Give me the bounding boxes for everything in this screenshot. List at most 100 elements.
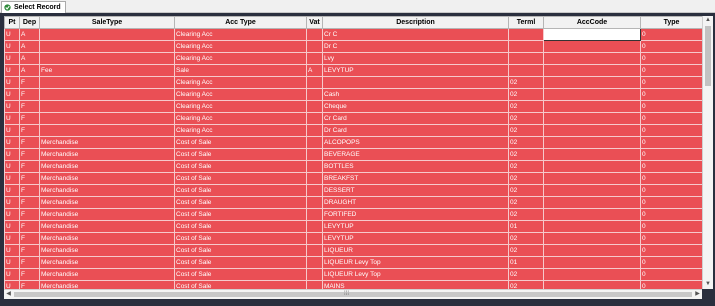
col-terml-cell[interactable]: 02: [508, 196, 544, 209]
col-pt-header[interactable]: Pt: [4, 16, 20, 29]
table-row[interactable]: U F Merchandise Cost of Sale BEVERAGE 02 0: [4, 148, 702, 161]
col-saletype-cell[interactable]: Fee: [39, 64, 175, 77]
col-acccode-cell[interactable]: [543, 124, 641, 137]
col-type-cell[interactable]: 0: [640, 40, 702, 53]
col-dep-cell[interactable]: A: [19, 28, 40, 41]
col-acctype-cell[interactable]: Cost of Sale: [174, 244, 307, 257]
col-vat-cell[interactable]: [306, 268, 323, 281]
col-acctype-cell[interactable]: Cost of Sale: [174, 172, 307, 185]
col-acctype-cell[interactable]: Clearing Acc: [174, 28, 307, 41]
col-vat-cell[interactable]: [306, 136, 323, 149]
col-dep-cell[interactable]: F: [19, 184, 40, 197]
col-description-header[interactable]: Description: [322, 16, 509, 29]
table-row[interactable]: U A Clearing Acc Lvy 0: [4, 52, 702, 65]
col-terml-cell[interactable]: 02: [508, 244, 544, 257]
col-terml-cell[interactable]: 02: [508, 112, 544, 125]
col-vat-cell[interactable]: [306, 232, 323, 245]
col-description-cell[interactable]: LIQUEUR Levy Top: [322, 268, 509, 281]
col-acccode-cell[interactable]: [543, 220, 641, 233]
col-vat-cell[interactable]: [306, 28, 323, 41]
col-pt-cell[interactable]: U: [4, 172, 20, 185]
col-acctype-cell[interactable]: Clearing Acc: [174, 40, 307, 53]
col-saletype-cell[interactable]: Merchandise: [39, 268, 175, 281]
col-dep-cell[interactable]: A: [19, 52, 40, 65]
table-row[interactable]: U F Merchandise Cost of Sale DRAUGHT 02 0: [4, 196, 702, 209]
col-terml-cell[interactable]: 02: [508, 208, 544, 221]
col-terml-cell[interactable]: 02: [508, 136, 544, 149]
col-pt-cell[interactable]: U: [4, 28, 20, 41]
col-acccode-cell[interactable]: [543, 88, 641, 101]
col-type-cell[interactable]: 0: [640, 244, 702, 257]
table-row[interactable]: U F Merchandise Cost of Sale BOTTLES 02 0: [4, 160, 702, 173]
col-description-cell[interactable]: LIQUEUR Levy Top: [322, 256, 509, 269]
col-saletype-cell[interactable]: [39, 112, 175, 125]
col-dep-cell[interactable]: F: [19, 88, 40, 101]
col-description-cell[interactable]: DRAUGHT: [322, 196, 509, 209]
col-vat-cell[interactable]: [306, 184, 323, 197]
col-vat-cell[interactable]: [306, 208, 323, 221]
col-saletype-cell[interactable]: [39, 40, 175, 53]
table-row[interactable]: U F Clearing Acc Cash 02 0: [4, 88, 702, 101]
col-acctype-cell[interactable]: Cost of Sale: [174, 148, 307, 161]
col-type-cell[interactable]: 0: [640, 184, 702, 197]
col-description-cell[interactable]: ALCOPOPS: [322, 136, 509, 149]
tab-select-record[interactable]: Select Record: [1, 1, 66, 13]
col-vat-cell[interactable]: [306, 244, 323, 257]
col-dep-cell[interactable]: F: [19, 208, 40, 221]
col-saletype-cell[interactable]: [39, 76, 175, 89]
col-type-cell[interactable]: 0: [640, 148, 702, 161]
col-vat-cell[interactable]: [306, 280, 323, 289]
col-saletype-cell[interactable]: Merchandise: [39, 280, 175, 289]
col-pt-cell[interactable]: U: [4, 256, 20, 269]
col-acccode-cell[interactable]: [543, 40, 641, 53]
col-vat-cell[interactable]: [306, 76, 323, 89]
col-vat-cell[interactable]: [306, 160, 323, 173]
col-terml-cell[interactable]: [508, 64, 544, 77]
col-acctype-cell[interactable]: Clearing Acc: [174, 88, 307, 101]
col-acctype-cell[interactable]: Cost of Sale: [174, 136, 307, 149]
col-pt-cell[interactable]: U: [4, 124, 20, 137]
col-dep-cell[interactable]: F: [19, 220, 40, 233]
col-type-cell[interactable]: 0: [640, 136, 702, 149]
col-acccode-cell[interactable]: [543, 64, 641, 77]
col-acccode-cell[interactable]: [543, 136, 641, 149]
col-acccode-cell[interactable]: [543, 256, 641, 269]
col-pt-cell[interactable]: U: [4, 220, 20, 233]
col-terml-cell[interactable]: 02: [508, 88, 544, 101]
col-saletype-cell[interactable]: [39, 52, 175, 65]
scroll-right-icon[interactable]: ▶: [693, 290, 702, 299]
col-type-cell[interactable]: 0: [640, 124, 702, 137]
col-description-cell[interactable]: Dr C: [322, 40, 509, 53]
col-vat-cell[interactable]: [306, 256, 323, 269]
col-saletype-cell[interactable]: Merchandise: [39, 244, 175, 257]
col-acccode-cell[interactable]: [543, 184, 641, 197]
col-dep-cell[interactable]: F: [19, 112, 40, 125]
col-saletype-cell[interactable]: Merchandise: [39, 160, 175, 173]
col-pt-cell[interactable]: U: [4, 100, 20, 113]
col-type-cell[interactable]: 0: [640, 64, 702, 77]
col-terml-cell[interactable]: 02: [508, 124, 544, 137]
col-acccode-cell[interactable]: [543, 232, 641, 245]
col-description-cell[interactable]: Cheque: [322, 100, 509, 113]
table-row[interactable]: U F Merchandise Cost of Sale LIQUEUR Levy To…: [4, 268, 702, 281]
col-description-cell[interactable]: DESSERT: [322, 184, 509, 197]
col-type-cell[interactable]: 0: [640, 196, 702, 209]
col-acctype-cell[interactable]: Cost of Sale: [174, 268, 307, 281]
col-vat-header[interactable]: Vat: [306, 16, 323, 29]
col-vat-cell[interactable]: A: [306, 64, 323, 77]
col-terml-cell[interactable]: [508, 52, 544, 65]
col-saletype-cell[interactable]: [39, 28, 175, 41]
col-vat-cell[interactable]: [306, 172, 323, 185]
col-acctype-cell[interactable]: Cost of Sale: [174, 280, 307, 289]
col-terml-cell[interactable]: 02: [508, 100, 544, 113]
table-row[interactable]: U A Clearing Acc Dr C 0: [4, 40, 702, 53]
table-row[interactable]: U F Clearing Acc Cheque 02 0: [4, 100, 702, 113]
col-terml-cell[interactable]: 02: [508, 76, 544, 89]
col-vat-cell[interactable]: [306, 196, 323, 209]
col-saletype-cell[interactable]: Merchandise: [39, 172, 175, 185]
table-row[interactable]: U F Merchandise Cost of Sale ALCOPOPS 02 0: [4, 136, 702, 149]
col-dep-cell[interactable]: F: [19, 160, 40, 173]
table-row[interactable]: U F Merchandise Cost of Sale MAINS 02 0: [4, 280, 702, 289]
col-acctype-cell[interactable]: Cost of Sale: [174, 220, 307, 233]
col-acctype-cell[interactable]: Sale: [174, 64, 307, 77]
